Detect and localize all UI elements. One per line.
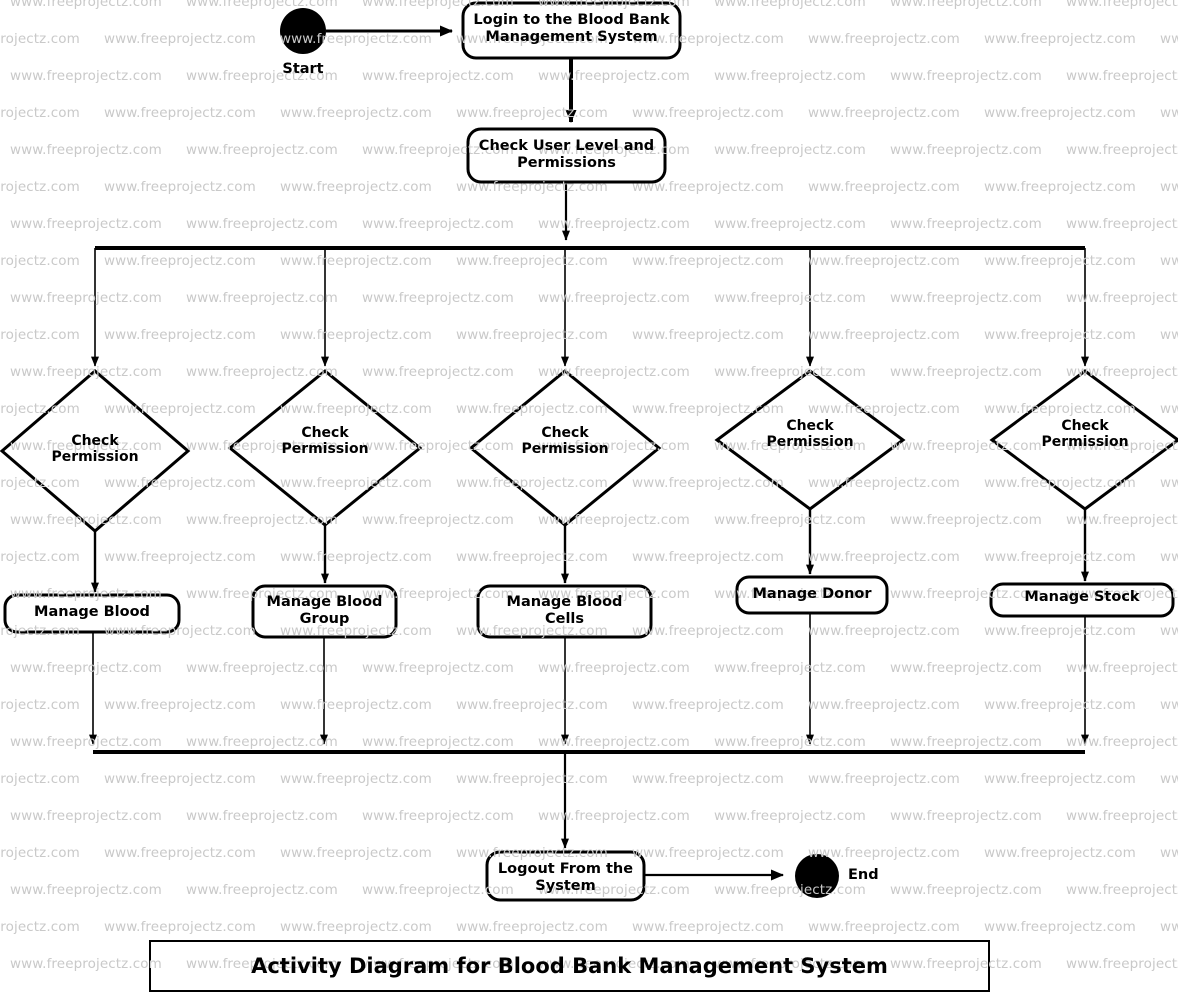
activity-login [461, 1, 682, 60]
start-node [280, 8, 326, 54]
activity-check-user-level [466, 127, 667, 184]
decision-check-permission-3 [468, 369, 662, 527]
activity-logout [485, 850, 646, 902]
decision-check-permission-5 [989, 369, 1178, 511]
decision-check-permission-4 [714, 369, 906, 511]
end-node [795, 854, 839, 898]
decision-check-permission-2 [227, 369, 423, 527]
activity-diagram-graphics [0, 1, 1178, 992]
title-banner [149, 940, 990, 992]
action-manage-donor [735, 575, 889, 615]
action-manage-blood-group [251, 584, 398, 639]
action-manage-stock [989, 582, 1175, 618]
action-manage-blood [3, 593, 181, 634]
decision-check-permission-1 [0, 369, 191, 533]
action-manage-blood-cells [476, 584, 653, 639]
activity-diagram-canvas: www.freeprojectz.com www.freeprojectz.com… [0, 0, 1178, 994]
